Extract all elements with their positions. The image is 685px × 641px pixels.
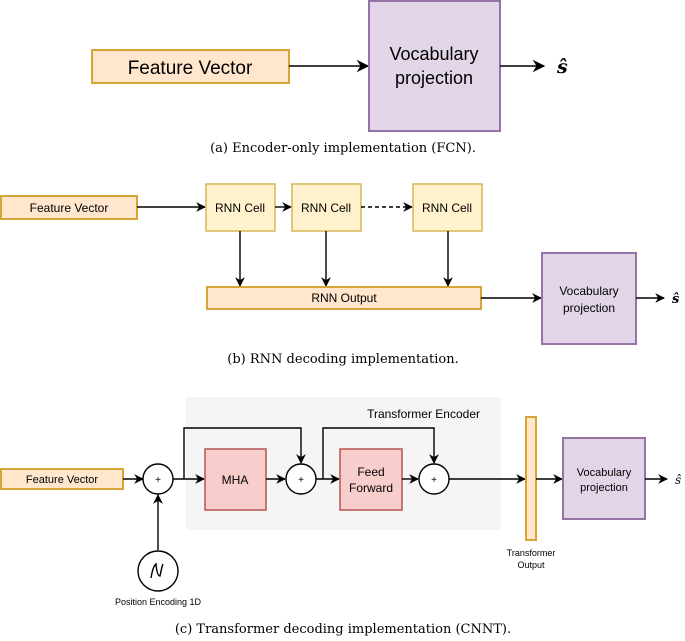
panel-a: Feature Vector Vocabulary projection ŝ (… bbox=[91, 0, 568, 156]
caption-c: (c) Transformer decoding implementation … bbox=[175, 622, 511, 637]
vocab-label-line2-a: projection bbox=[395, 68, 473, 88]
feature-vector-label-b: Feature Vector bbox=[30, 201, 109, 215]
ff-label-line2: Forward bbox=[349, 481, 393, 495]
position-encoding-node bbox=[137, 550, 179, 592]
panel-c: Transformer Encoder Feature Vector + Pos… bbox=[0, 397, 681, 637]
feature-vector-label-a: Feature Vector bbox=[128, 58, 253, 79]
panel-b: Feature Vector RNN Cell RNN Cell RNN Cel… bbox=[0, 183, 680, 367]
transformer-output-label-line1: Transformer bbox=[507, 548, 556, 558]
caption-b: (b) RNN decoding implementation. bbox=[227, 352, 458, 367]
transformer-encoder-label: Transformer Encoder bbox=[367, 407, 480, 421]
rnn-cell-3-label: RNN Cell bbox=[422, 201, 472, 215]
feed-forward-box bbox=[339, 448, 403, 511]
vocab-label-line1-c: Vocabulary bbox=[577, 467, 632, 479]
vocab-projection-box-a bbox=[368, 0, 501, 132]
vocab-projection-box-b bbox=[541, 252, 637, 345]
rnn-cell-2-label: RNN Cell bbox=[301, 201, 351, 215]
output-symbol-a: ŝ bbox=[556, 56, 568, 78]
vocab-label-line2-b: projection bbox=[563, 301, 615, 315]
position-encoding-label: Position Encoding 1D bbox=[115, 597, 202, 607]
add-node-2-symbol: + bbox=[298, 475, 304, 486]
output-symbol-c: ŝ bbox=[675, 473, 681, 487]
output-symbol-b: ŝ bbox=[672, 292, 680, 307]
feature-vector-label-c: Feature Vector bbox=[26, 474, 98, 486]
architecture-diagram: Feature Vector Vocabulary projection ŝ (… bbox=[0, 0, 681, 637]
add-node-3-symbol: + bbox=[431, 475, 437, 486]
add-node-1-symbol: + bbox=[155, 475, 161, 486]
vocab-label-line2-c: projection bbox=[580, 482, 628, 494]
vocab-label-line1-b: Vocabulary bbox=[559, 284, 618, 298]
ff-label-line1: Feed bbox=[357, 465, 384, 479]
mha-label: MHA bbox=[222, 473, 249, 487]
transformer-output-label-line2: Output bbox=[517, 560, 545, 570]
vocab-label-line1-a: Vocabulary bbox=[389, 44, 478, 64]
rnn-cell-1-label: RNN Cell bbox=[215, 201, 265, 215]
rnn-output-label: RNN Output bbox=[311, 291, 377, 305]
caption-a: (a) Encoder-only implementation (FCN). bbox=[210, 141, 476, 156]
transformer-output-bar bbox=[525, 416, 537, 541]
